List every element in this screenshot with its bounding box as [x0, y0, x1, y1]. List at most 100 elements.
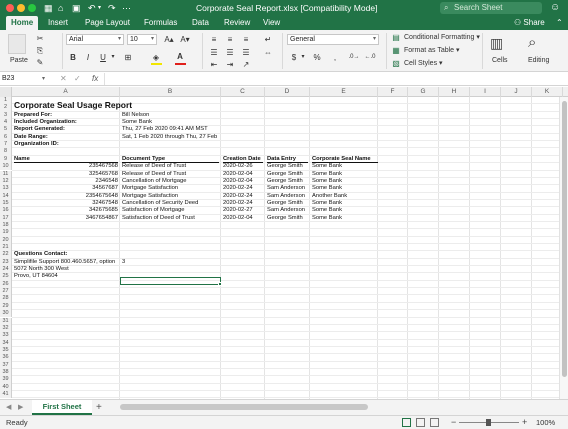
row-header[interactable]: 1 [0, 97, 12, 105]
selected-cell-b23[interactable] [120, 277, 221, 285]
paste-icon[interactable] [8, 34, 26, 54]
cell-styles-button[interactable]: Cell Styles ▾ [404, 59, 443, 68]
column-header-k[interactable]: K [532, 87, 563, 97]
tab-home[interactable]: Home [6, 16, 39, 30]
redo-icon[interactable]: ↷ [108, 1, 116, 15]
format-as-table-button[interactable]: Format as Table ▾ [404, 46, 460, 55]
vertical-scroll-thumb[interactable] [562, 101, 567, 377]
zoom-out-button[interactable]: − [451, 417, 456, 428]
save-icon[interactable]: ▣ [72, 1, 81, 15]
fill-color-icon[interactable]: ◈ [150, 52, 162, 63]
sheet-tab-first-sheet[interactable]: First Sheet [32, 400, 92, 415]
wrap-text-icon[interactable]: ↵ [262, 34, 274, 45]
column-header-h[interactable]: H [439, 87, 470, 97]
align-center-icon[interactable]: ☰ [224, 47, 236, 58]
editing-group-button[interactable]: ⌕ [528, 33, 546, 53]
increase-indent-icon[interactable]: ⇥ [224, 59, 236, 70]
row-header[interactable]: 18 [0, 221, 12, 230]
align-right-icon[interactable]: ☰ [240, 47, 252, 58]
row-header[interactable]: 22 [0, 251, 12, 259]
decrease-decimal-icon[interactable]: ←.0 [364, 52, 376, 63]
align-middle-icon[interactable]: ≡ [224, 34, 236, 45]
row-header[interactable]: 11 [0, 170, 12, 178]
tab-formulas[interactable]: Formulas [139, 16, 182, 30]
row-header[interactable]: 30 [0, 310, 12, 318]
italic-button[interactable]: I [83, 52, 93, 63]
row-header[interactable]: 6 [0, 133, 12, 142]
tab-view[interactable]: View [258, 16, 285, 30]
row-header[interactable]: 29 [0, 302, 12, 311]
more-icon[interactable]: ⋯ [122, 1, 131, 15]
currency-button[interactable]: $ [289, 52, 299, 63]
column-header-b[interactable]: B [120, 87, 221, 97]
percent-button[interactable]: % [312, 52, 322, 63]
row-header[interactable]: 7 [0, 141, 12, 149]
minimize-window-button[interactable] [17, 4, 25, 12]
grow-font-button[interactable]: A▴ [162, 34, 176, 45]
conditional-formatting-button[interactable]: Conditional Formatting ▾ [404, 33, 480, 42]
column-header-i[interactable]: I [470, 87, 501, 97]
row-header[interactable]: 37 [0, 361, 12, 369]
shrink-font-button[interactable]: A▾ [178, 34, 192, 45]
cancel-icon[interactable]: ✕ [60, 74, 67, 84]
borders-icon[interactable]: ⊞ [122, 52, 134, 63]
share-button[interactable]: ⚇ Share [514, 16, 545, 30]
row-header[interactable]: 33 [0, 332, 12, 340]
row-header[interactable]: 20 [0, 236, 12, 244]
row-header[interactable]: 13 [0, 185, 12, 193]
row-header[interactable]: 32 [0, 324, 12, 333]
grid-icon[interactable]: ▦ [44, 1, 53, 15]
row-header[interactable]: 17 [0, 214, 12, 222]
next-sheet-icon[interactable]: ▶ [18, 402, 23, 414]
row-header[interactable]: 19 [0, 229, 12, 237]
column-header-d[interactable]: D [265, 87, 310, 97]
row-header[interactable]: 3 [0, 111, 12, 120]
column-header-j[interactable]: J [501, 87, 532, 97]
column-header-e[interactable]: E [310, 87, 378, 97]
row-header[interactable]: 8 [0, 148, 12, 156]
row-header[interactable]: 5 [0, 126, 12, 134]
row-header[interactable]: 9 [0, 155, 12, 164]
row-header[interactable]: 16 [0, 207, 12, 215]
insert-function-icon[interactable]: fx [92, 73, 98, 85]
column-header-f[interactable]: F [378, 87, 408, 97]
cut-icon[interactable]: ✂ [35, 33, 45, 44]
zoom-in-button[interactable]: + [522, 417, 527, 428]
align-top-icon[interactable]: ≡ [208, 34, 220, 45]
zoom-window-button[interactable] [28, 4, 36, 12]
row-header[interactable]: 34 [0, 339, 12, 347]
number-format-select[interactable]: General ▾ [287, 34, 379, 45]
align-left-icon[interactable]: ☰ [208, 47, 220, 58]
column-header-g[interactable]: G [408, 87, 439, 97]
zoom-slider-thumb[interactable] [486, 419, 491, 426]
font-color-icon[interactable]: A [174, 51, 186, 62]
comma-button[interactable]: , [330, 52, 340, 63]
merge-center-icon[interactable]: ⇔ [262, 47, 274, 58]
bold-button[interactable]: B [68, 52, 78, 63]
row-header[interactable]: 10 [0, 163, 12, 171]
select-all-corner[interactable] [0, 87, 12, 97]
fill-handle[interactable] [218, 282, 222, 286]
tab-insert[interactable]: Insert [43, 16, 73, 30]
row-header[interactable]: 36 [0, 354, 12, 362]
page-break-view-icon[interactable] [430, 418, 439, 427]
row-header[interactable]: 40 [0, 383, 12, 391]
row-header[interactable]: 15 [0, 199, 12, 208]
row-header[interactable]: 27 [0, 288, 12, 296]
tab-data[interactable]: Data [187, 16, 214, 30]
row-header[interactable]: 24 [0, 266, 12, 274]
row-header[interactable]: 2 [0, 104, 12, 112]
page-layout-view-icon[interactable] [416, 418, 425, 427]
increase-decimal-icon[interactable]: .0→ [348, 52, 360, 63]
font-name-select[interactable]: Arial ▾ [66, 34, 124, 45]
decrease-indent-icon[interactable]: ⇤ [208, 59, 220, 70]
close-window-button[interactable] [6, 4, 14, 12]
add-sheet-button[interactable]: + [96, 401, 102, 414]
feedback-smiley-icon[interactable]: ☺ [550, 1, 560, 15]
undo-icon[interactable]: ↶ [88, 1, 96, 15]
chevron-down-icon[interactable]: ▾ [42, 74, 45, 84]
home-icon[interactable]: ⌂ [58, 1, 63, 15]
row-header[interactable]: 28 [0, 295, 12, 303]
horizontal-scroll-thumb[interactable] [120, 404, 368, 410]
row-header[interactable]: 39 [0, 376, 12, 384]
